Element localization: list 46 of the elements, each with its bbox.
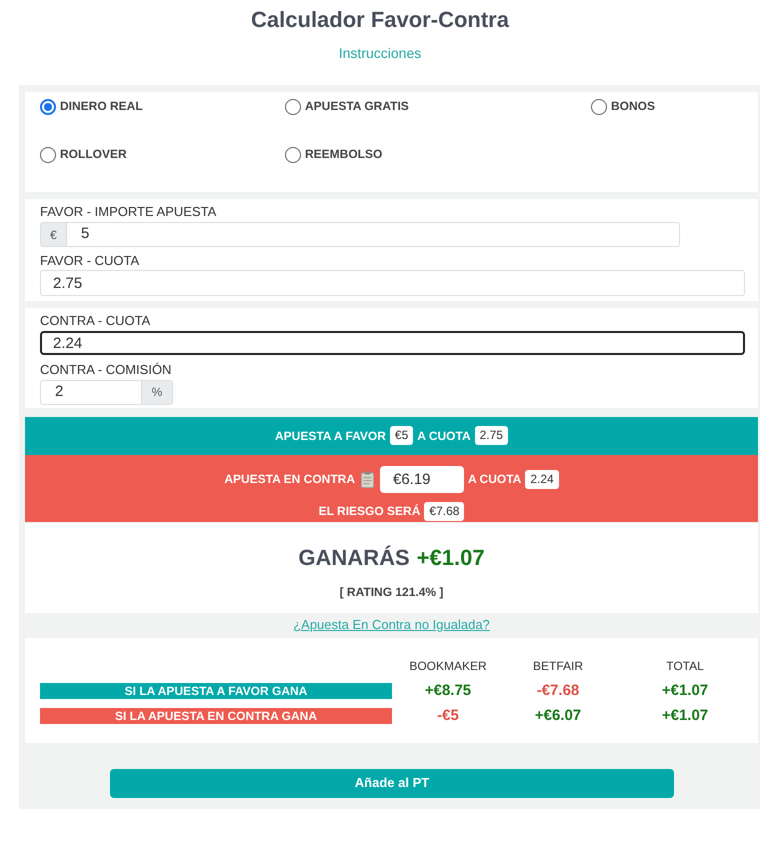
column-header: BETFAIR bbox=[532, 658, 583, 674]
outcome-value: -€5 bbox=[437, 708, 459, 724]
summary-label: EL RIESGO SERÁ bbox=[318, 503, 420, 519]
outcome-label: SI LA APUESTA A FAVOR GANA bbox=[40, 682, 392, 698]
radio-label: DINERO REAL bbox=[60, 98, 143, 112]
radio-button[interactable] bbox=[285, 99, 301, 115]
radio-button[interactable] bbox=[285, 147, 301, 163]
radio-label: APUESTA GRATIS bbox=[305, 98, 409, 112]
radio-button[interactable] bbox=[40, 99, 56, 115]
result-label: GANARÁS bbox=[298, 544, 410, 572]
radio-label: ROLLOVER bbox=[60, 146, 127, 160]
stake-field[interactable]: 5 bbox=[67, 222, 680, 247]
risk-badge: €7.68 bbox=[424, 502, 464, 520]
summary-label: A CUOTA bbox=[468, 471, 522, 487]
commission-field[interactable]: 2 bbox=[40, 380, 142, 404]
page-title: Calculador Favor-Contra bbox=[250, 6, 510, 34]
field-label: FAVOR - IMPORTE APUESTA bbox=[40, 204, 216, 220]
radio-label: REEMBOLSO bbox=[305, 146, 382, 160]
summary-label: APUESTA A FAVOR bbox=[275, 428, 386, 444]
outcome-value: +€8.75 bbox=[424, 682, 472, 698]
odds-field[interactable]: 2.75 bbox=[40, 270, 745, 296]
radio-button[interactable] bbox=[591, 99, 607, 115]
column-header: BOOKMAKER bbox=[409, 658, 487, 674]
outcome-value: +€1.07 bbox=[662, 708, 708, 724]
column-header: TOTAL bbox=[666, 658, 704, 674]
odds-badge: 2.75 bbox=[474, 426, 508, 445]
clipboard-icon[interactable] bbox=[360, 470, 374, 488]
rating-text: [ RATING 121.4% ] bbox=[340, 584, 444, 600]
profit-amount: +€1.07 bbox=[416, 544, 485, 572]
radio-label: BONOS bbox=[611, 98, 656, 112]
outcome-value: +€1.07 bbox=[662, 682, 708, 698]
outcome-value: +€6.07 bbox=[534, 708, 582, 724]
lay-stake-field[interactable]: €6.19 bbox=[380, 466, 464, 492]
radio-button[interactable] bbox=[40, 147, 56, 163]
summary-label: A CUOTA bbox=[417, 428, 471, 444]
odds-badge: 2.24 bbox=[525, 470, 559, 488]
odds-field[interactable]: 2.24 bbox=[40, 331, 745, 355]
outcome-value: -€7.68 bbox=[536, 682, 580, 698]
summary-label: APUESTA EN CONTRA bbox=[224, 471, 355, 487]
outcome-label: SI LA APUESTA EN CONTRA GANA bbox=[40, 708, 392, 724]
field-label: CONTRA - CUOTA bbox=[40, 313, 150, 329]
stake-badge: €5 bbox=[390, 426, 414, 445]
field-label: CONTRA - COMISIÓN bbox=[40, 362, 172, 378]
field-label: FAVOR - CUOTA bbox=[40, 253, 140, 269]
currency-addon: € bbox=[40, 222, 67, 247]
percent-addon: % bbox=[142, 380, 173, 404]
